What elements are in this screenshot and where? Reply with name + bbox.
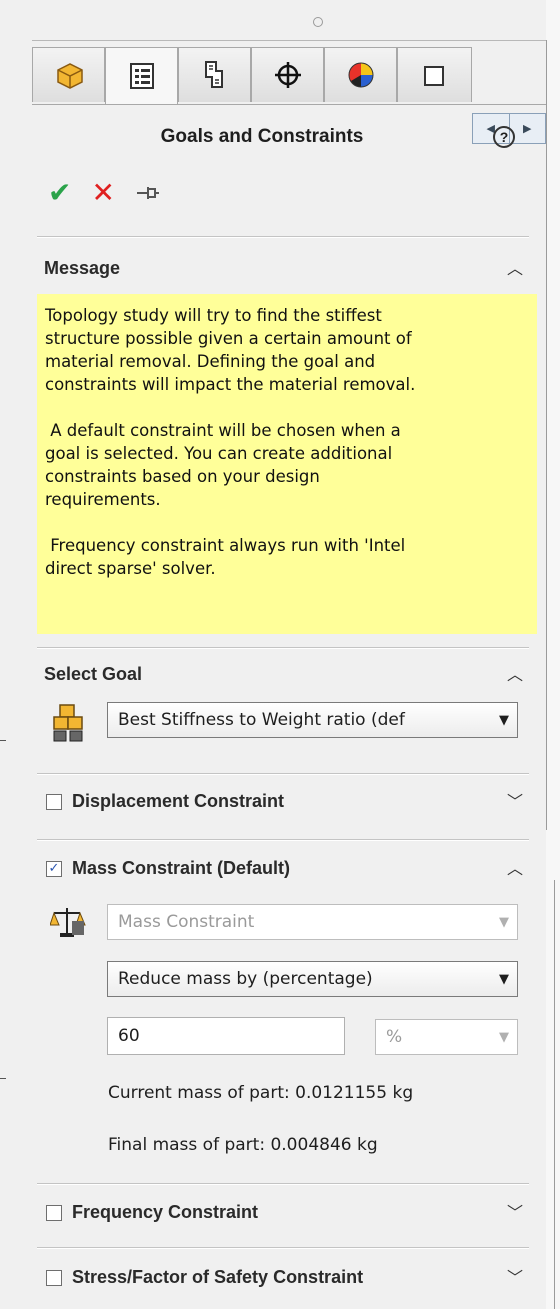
- tab-partial[interactable]: [397, 47, 472, 102]
- chevron-up-icon[interactable]: ︿: [506, 861, 524, 877]
- dropdown-arrow-icon: ▼: [499, 972, 509, 987]
- unit-select[interactable]: % ▼: [375, 1019, 518, 1055]
- tab-dimxpert-manager[interactable]: [251, 47, 324, 102]
- dropdown-arrow-icon: ▼: [499, 1030, 509, 1045]
- edge-tick: [0, 740, 6, 741]
- dimxpert-icon: [274, 62, 301, 88]
- chevron-down-icon[interactable]: ﹀: [506, 794, 524, 810]
- current-mass-text: Current mass of part: 0.0121155 kg: [108, 1083, 414, 1103]
- divider: [37, 1247, 529, 1249]
- reduce-amount-input[interactable]: 60: [107, 1017, 345, 1055]
- frequency-checkbox[interactable]: [46, 1205, 62, 1221]
- chevron-down-icon[interactable]: ﹀: [506, 1205, 524, 1221]
- help-icon[interactable]: ?: [493, 126, 515, 148]
- ok-check-icon[interactable]: ✔: [48, 179, 71, 207]
- partial-tab-icon: [423, 66, 444, 86]
- property-manager-panel: ◀ ▶ Goals and Constraints ? ✔ ✕ Message …: [32, 0, 546, 1309]
- configuration-manager-icon: [204, 61, 223, 88]
- cancel-x-icon[interactable]: ✕: [91, 179, 114, 207]
- final-mass-text: Final mass of part: 0.004846 kg: [108, 1135, 378, 1155]
- goal-select[interactable]: Best Stiffness to Weight ratio (def ▼: [107, 702, 518, 738]
- divider: [37, 647, 529, 649]
- goal-icon: [53, 704, 83, 742]
- message-section-title: Message: [44, 258, 121, 278]
- page-title: Goals and Constraints: [160, 126, 364, 147]
- edge-tick: [0, 1078, 6, 1079]
- divider: [37, 839, 529, 841]
- displacement-checkbox[interactable]: [46, 794, 62, 810]
- stress-checkbox[interactable]: [46, 1270, 62, 1286]
- mass-constraint-checkbox[interactable]: ✓: [46, 861, 62, 877]
- divider: [37, 773, 529, 775]
- tab-configuration-manager[interactable]: [178, 47, 251, 102]
- reduce-mass-method-value: Reduce mass by (percentage): [118, 969, 373, 989]
- tab-display-manager[interactable]: [324, 47, 397, 102]
- unit-select-value: %: [386, 1027, 403, 1047]
- right-edge: [546, 0, 560, 1309]
- property-manager-icon: [129, 63, 154, 89]
- message-text: Topology study will try to find the stif…: [37, 294, 537, 634]
- mass-constraint-label: Mass Constraint (Default): [72, 858, 291, 878]
- frequency-label: Frequency Constraint: [72, 1202, 259, 1222]
- chevron-up-icon[interactable]: ︿: [506, 261, 524, 277]
- tab-feature-manager[interactable]: [32, 47, 105, 102]
- divider: [37, 236, 529, 238]
- divider: [32, 104, 546, 105]
- divider: [32, 40, 546, 41]
- divider: [37, 1183, 529, 1185]
- mass-constraint-icon: [50, 908, 86, 937]
- pin-icon[interactable]: [135, 183, 161, 203]
- dropdown-arrow-icon: ▼: [499, 713, 509, 728]
- feature-manager-icon: [56, 63, 83, 89]
- goal-select-value: Best Stiffness to Weight ratio (def: [118, 710, 405, 730]
- panel-grip-handle[interactable]: [313, 17, 323, 27]
- displacement-label: Displacement Constraint: [72, 791, 285, 811]
- action-buttons: ✔ ✕: [48, 178, 161, 208]
- reduce-mass-method-select[interactable]: Reduce mass by (percentage) ▼: [107, 961, 518, 997]
- chevron-up-icon[interactable]: ︿: [506, 667, 524, 683]
- stress-label: Stress/Factor of Safety Constraint: [72, 1267, 364, 1287]
- edge-line: [554, 880, 555, 1309]
- mass-constraint-type-value: Mass Constraint: [118, 912, 255, 932]
- mass-constraint-type-select[interactable]: Mass Constraint ▼: [107, 904, 518, 940]
- manager-tab-strip: ◀ ▶: [32, 47, 546, 144]
- edge-line: [546, 40, 547, 830]
- tab-property-manager[interactable]: [105, 47, 178, 104]
- chevron-down-icon[interactable]: ﹀: [506, 1270, 524, 1286]
- dropdown-arrow-icon: ▼: [499, 915, 509, 930]
- select-goal-title: Select Goal: [44, 664, 143, 684]
- display-manager-icon: [348, 62, 373, 88]
